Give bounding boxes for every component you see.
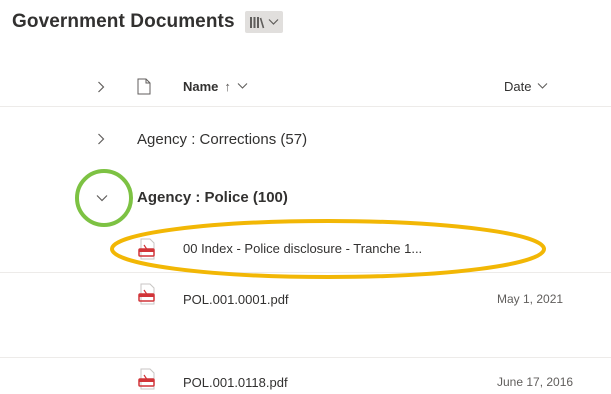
file-name[interactable]: POL.001.0118.pdf [183, 375, 288, 390]
column-name-label: Name [183, 78, 219, 94]
sort-ascending-icon: ↑ [224, 78, 231, 94]
chevron-down-icon [237, 83, 248, 89]
pdf-file-icon [138, 238, 155, 260]
column-header-row: Name ↑ Date [0, 66, 611, 107]
column-header-name[interactable]: Name ↑ [183, 77, 248, 95]
file-row[interactable]: 00 Index - Police disclosure - Tranche 1… [0, 228, 611, 272]
column-header-date[interactable]: Date [504, 77, 548, 95]
document-library-page: Government Documents Name ↑ Date Agency … [0, 0, 611, 394]
file-name[interactable]: POL.001.0001.pdf [183, 292, 289, 307]
group-label: Agency : Police (100) [137, 189, 288, 206]
file-row[interactable]: POL.001.0118.pdf June 17, 2016 [0, 357, 611, 394]
expand-all-chevron-icon[interactable] [97, 81, 105, 93]
pdf-file-icon [138, 368, 155, 390]
title-row: Government Documents [12, 8, 283, 36]
chevron-down-icon[interactable] [96, 194, 108, 202]
chevron-right-icon[interactable] [97, 133, 105, 145]
group-row-police[interactable]: Agency : Police (100) [0, 178, 611, 218]
group-label: Agency : Corrections (57) [137, 131, 308, 148]
file-date: June 17, 2016 [497, 375, 574, 389]
chevron-down-icon [538, 83, 548, 89]
pdf-file-icon [138, 283, 155, 305]
view-switcher-button[interactable] [244, 11, 283, 33]
document-icon [137, 78, 151, 95]
page-title: Government Documents [12, 11, 235, 32]
chevron-down-icon [268, 19, 279, 25]
file-name[interactable]: 00 Index - Police disclosure - Tranche 1… [183, 241, 422, 256]
file-date: May 1, 2021 [497, 292, 564, 306]
file-row[interactable]: POL.001.0001.pdf May 1, 2021 [0, 272, 611, 317]
group-row-corrections[interactable]: Agency : Corrections (57) [0, 120, 611, 160]
column-date-label: Date [504, 78, 532, 94]
library-icon [249, 16, 264, 28]
